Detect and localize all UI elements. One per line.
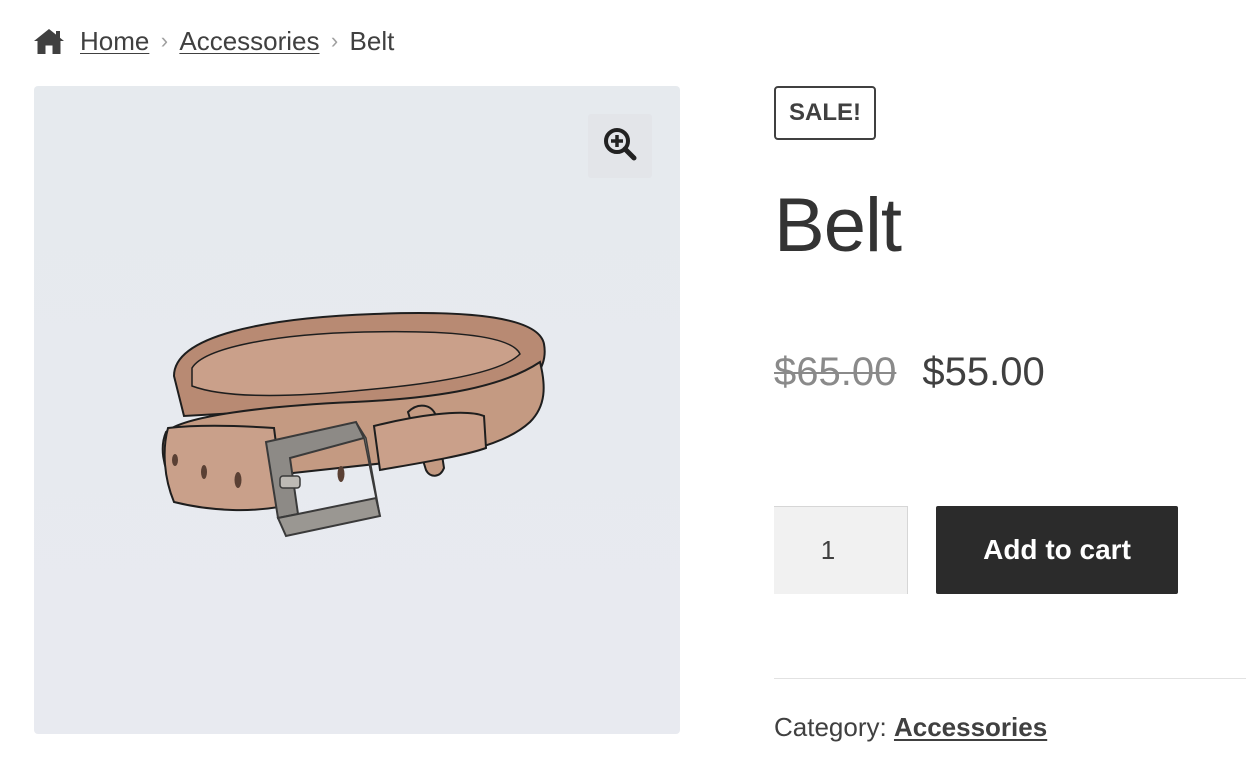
breadcrumb: Home › Accessories › Belt (33, 22, 394, 60)
breadcrumb-separator: › (160, 28, 169, 53)
product-gallery[interactable] (34, 86, 680, 734)
breadcrumb-link-home[interactable]: Home (80, 26, 149, 57)
add-to-cart-form: Add to cart (774, 506, 1178, 594)
sale-price: $55.00 (922, 350, 1045, 394)
breadcrumb-current: Belt (349, 25, 395, 56)
product-title: Belt (774, 183, 902, 268)
divider (774, 678, 1246, 679)
category-label: Category: (774, 712, 887, 742)
product-page: Home › Accessories › Belt SALE! Belt $65… (0, 0, 1246, 776)
zoom-in-icon (603, 127, 637, 166)
regular-price: $65.00 (774, 350, 897, 394)
breadcrumb-separator: › (330, 28, 339, 53)
product-meta: Category: Accessories (774, 712, 1047, 743)
add-to-cart-button[interactable]: Add to cart (936, 506, 1178, 594)
category-link-accessories[interactable]: Accessories (894, 712, 1047, 742)
quantity-input[interactable] (774, 506, 908, 594)
zoom-button[interactable] (588, 114, 652, 178)
sale-badge: SALE! (774, 86, 876, 140)
product-image-belt[interactable] (34, 86, 680, 734)
home-icon[interactable] (33, 27, 65, 55)
product-price: $65.00 $55.00 (774, 350, 1045, 395)
breadcrumb-link-accessories[interactable]: Accessories (179, 26, 319, 57)
